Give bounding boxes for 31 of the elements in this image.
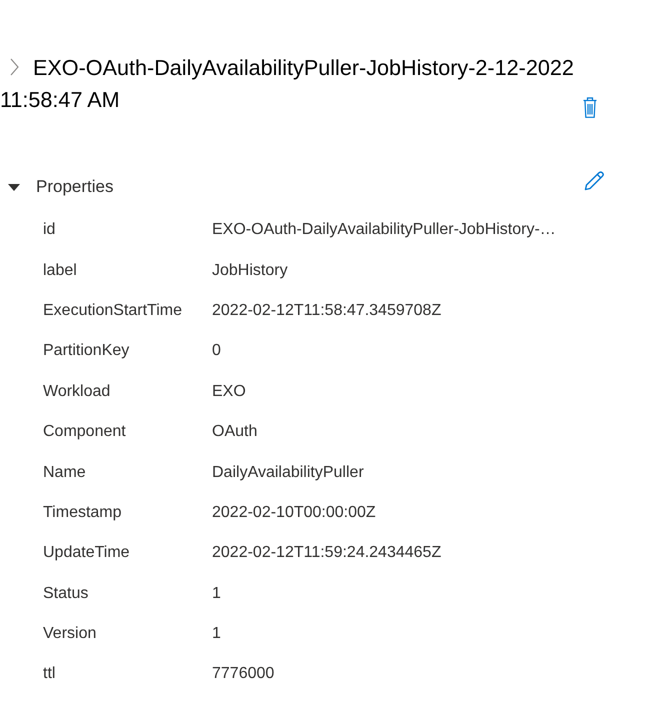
chevron-right-icon[interactable] — [10, 58, 19, 76]
pencil-icon — [584, 171, 606, 191]
property-value: 2022-02-12T11:59:24.2434465Z — [212, 543, 442, 564]
property-name: ttl — [43, 664, 56, 684]
property-value: DailyAvailabilityPuller — [212, 462, 364, 483]
trash-icon — [583, 97, 597, 118]
property-name: label — [43, 260, 78, 281]
property-name: id — [43, 220, 56, 240]
delete-button[interactable] — [583, 97, 597, 118]
property-value: 7776000 — [212, 664, 274, 684]
edit-button[interactable] — [584, 171, 606, 191]
property-name: ExecutionStartTime — [43, 300, 184, 321]
property-value: 1 — [212, 624, 221, 644]
property-name: Workload — [43, 382, 112, 402]
property-name: Timestamp — [43, 502, 123, 523]
property-value: EXO-OAuth-DailyAvailabilityPuller-JobHistory-… — [212, 220, 556, 240]
property-value: 2022-02-10T00:00:00Z — [212, 502, 376, 523]
property-value: OAuth — [212, 422, 258, 442]
property-value: 0 — [212, 341, 221, 362]
property-name: Version — [43, 624, 98, 644]
property-name: UpdateTime — [43, 543, 131, 564]
page-title: EXO-OAuth-DailyAvailabilityPuller-JobHistory-2-12-2022 11:58:47 AM — [0, 54, 575, 114]
property-name: Status — [43, 584, 90, 604]
section-toggle[interactable]: Properties — [8, 176, 114, 198]
property-name: Name — [43, 462, 87, 483]
property-name: Component — [43, 422, 127, 442]
property-value: 1 — [212, 584, 221, 604]
property-name: PartitionKey — [43, 341, 130, 362]
property-value: JobHistory — [212, 260, 288, 281]
property-value: EXO — [212, 382, 246, 402]
property-value: 2022-02-12T11:58:47.3459708Z — [212, 300, 442, 321]
